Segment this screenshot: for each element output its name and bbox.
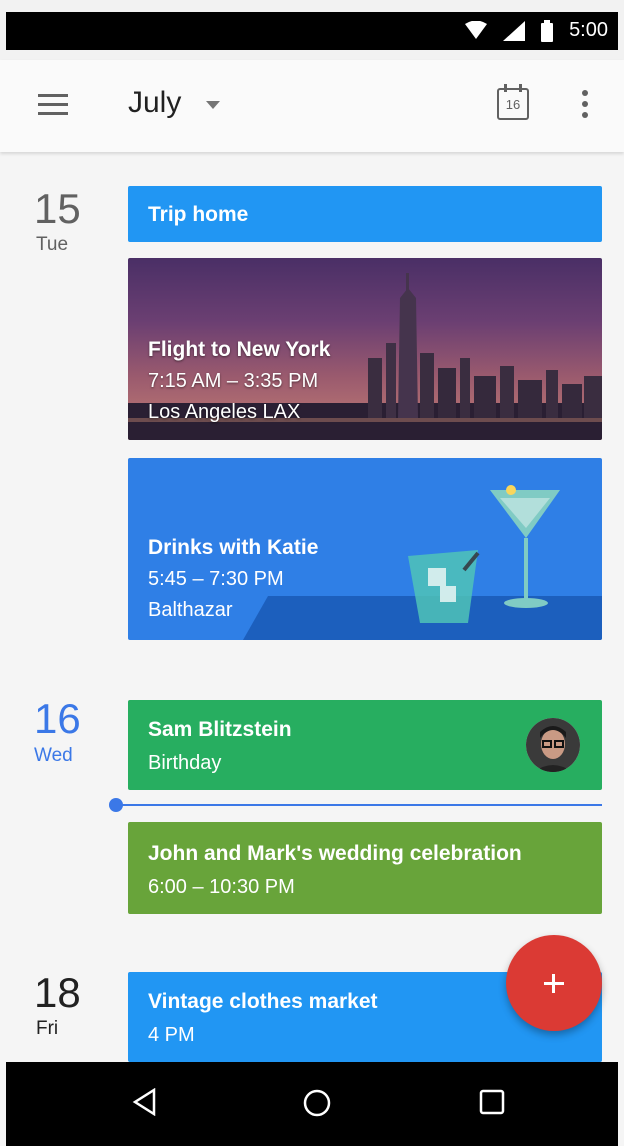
event-card-flight[interactable]: Flight to New York 7:15 AM – 3:35 PM Los… bbox=[128, 258, 602, 440]
event-card-trip-home[interactable]: Trip home bbox=[128, 186, 602, 242]
event-details: Drinks with Katie 5:45 – 7:30 PM Balthaz… bbox=[148, 536, 318, 630]
signal-icon bbox=[503, 20, 526, 41]
wifi-icon bbox=[465, 20, 488, 39]
event-title: Flight to New York bbox=[148, 338, 331, 361]
dropdown-caret-icon[interactable] bbox=[206, 101, 220, 109]
battery-icon bbox=[541, 19, 554, 42]
status-bar: 5:00 bbox=[0, 0, 624, 60]
event-location: Los Angeles LAX bbox=[148, 401, 301, 423]
event-card-drinks[interactable]: Drinks with Katie 5:45 – 7:30 PM Balthaz… bbox=[128, 458, 602, 640]
event-card-wedding[interactable]: John and Mark's wedding celebration 6:00… bbox=[128, 822, 602, 914]
event-title: Sam Blitzstein bbox=[148, 718, 292, 741]
overflow-menu-icon[interactable] bbox=[582, 90, 590, 120]
event-time: 6:00 – 10:30 PM bbox=[148, 876, 295, 898]
event-location: Balthazar bbox=[148, 599, 233, 621]
status-time: 5:00 bbox=[569, 19, 608, 41]
event-title: John and Mark's wedding celebration bbox=[148, 842, 522, 865]
event-card-birthday[interactable]: Sam Blitzstein Birthday bbox=[128, 700, 602, 790]
menu-icon[interactable] bbox=[38, 94, 68, 116]
add-event-button[interactable] bbox=[506, 935, 602, 1031]
event-subtitle: Birthday bbox=[148, 752, 222, 774]
event-time: 7:15 AM – 3:35 PM bbox=[148, 370, 319, 392]
status-icons: 5:00 bbox=[465, 19, 608, 42]
month-selector[interactable]: July bbox=[128, 86, 181, 120]
event-time: 4 PM bbox=[148, 1024, 195, 1046]
day-weekday: Tue bbox=[36, 234, 69, 255]
day-number: 16 bbox=[34, 695, 81, 742]
current-time-line bbox=[118, 804, 602, 806]
app-bar: July 16 bbox=[0, 60, 624, 152]
today-date: 16 bbox=[505, 97, 521, 112]
calendar-today-icon[interactable]: 16 bbox=[497, 84, 529, 120]
event-title: Trip home bbox=[148, 203, 249, 226]
event-title: Vintage clothes market bbox=[148, 990, 378, 1013]
recents-icon[interactable] bbox=[478, 1088, 506, 1116]
day-weekday: Fri bbox=[36, 1018, 59, 1039]
event-title: Drinks with Katie bbox=[148, 536, 319, 559]
day-weekday: Wed bbox=[34, 745, 73, 766]
navigation-bar bbox=[6, 1062, 618, 1146]
home-icon[interactable] bbox=[302, 1088, 332, 1118]
plus-icon-vertical bbox=[552, 974, 555, 993]
event-time: 5:45 – 7:30 PM bbox=[148, 568, 284, 590]
status-bar-inner: 5:00 bbox=[6, 12, 618, 50]
day-number: 15 bbox=[34, 185, 81, 232]
current-time-dot bbox=[109, 798, 123, 812]
event-details: Flight to New York 7:15 AM – 3:35 PM Los… bbox=[148, 338, 330, 432]
avatar bbox=[526, 718, 580, 772]
day-number: 18 bbox=[34, 969, 81, 1016]
back-icon[interactable] bbox=[132, 1088, 158, 1116]
